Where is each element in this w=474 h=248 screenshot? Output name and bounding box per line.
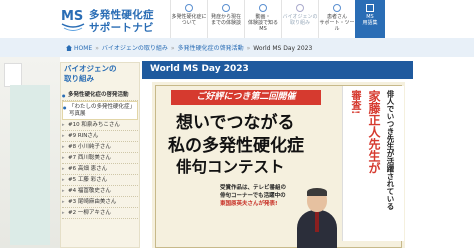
sidebar-item-awareness[interactable]: 多発性硬化症の啓発活動	[62, 90, 138, 101]
breadcrumb-item[interactable]: バイオジェンの取り組み	[102, 45, 168, 52]
sidebar-subitem[interactable]: #3 尾崎麻由美さん	[62, 197, 138, 208]
home-icon	[66, 45, 72, 51]
hands-icon	[296, 4, 304, 12]
nav-label: 多発性硬化症に ついて	[171, 14, 207, 26]
sidebar-title[interactable]: バイオジェンの 取り組み	[60, 64, 140, 84]
banner-desc-line: 受賞作品は、テレビ番組の	[220, 185, 287, 191]
banner-frame: ご好評につき第二回開催 想いでつながる 私の多発性硬化症 俳句コンテスト 受賞作…	[155, 85, 404, 248]
sidebar-subitem[interactable]: #9 RINさん	[62, 131, 138, 142]
ms-logo-icon[interactable]: MS	[60, 6, 86, 32]
person-hair	[307, 188, 327, 196]
site-header: MS 多発性硬化症 サポートナビ 多発性硬化症に ついて 発症から現在 までの体…	[0, 0, 474, 38]
sidebar-subitem[interactable]: #4 福冨敬史さん	[62, 186, 138, 197]
nav-label: バイオジェンの 取り組み	[282, 14, 318, 26]
sidebar-subitem[interactable]: #5 工藤 彩さん	[62, 175, 138, 186]
sidebar-subitem[interactable]: #10 和泉みちこさん	[62, 120, 138, 131]
sidebar-list: 多発性硬化症の啓発活動 「わたしの多発性硬化症」写真展 #10 和泉みちこさん …	[62, 90, 138, 219]
nav-item-videos[interactable]: 動画・ 体験談で知るMS	[244, 0, 281, 38]
banner-headline-2: 私の多発性硬化症	[168, 136, 304, 156]
svg-text:MS: MS	[61, 9, 83, 24]
book-icon	[366, 4, 374, 12]
decorative-background-image	[0, 57, 60, 248]
nav-label: 発症から現在 までの体験談	[210, 14, 241, 26]
judge-vertical-banner: 俳人でいつき先生が活躍されている 家藤正人先生が 審査!	[342, 86, 404, 241]
banner-desc-highlight: 東国原英夫さんが発表!	[220, 201, 278, 207]
nav-item-glossary[interactable]: MS 用語集	[355, 0, 385, 38]
sidebar-subitem[interactable]: #8 小川純子さん	[62, 142, 138, 153]
banner-headline-3: 俳句コンテスト	[176, 157, 285, 176]
right-margin	[413, 57, 474, 248]
nav-item-support-tools[interactable]: 患者さん サポート・ツール	[318, 0, 355, 38]
video-icon	[259, 4, 267, 12]
breadcrumb-separator-icon: »	[246, 45, 251, 52]
haiku-contest-banner[interactable]: ご好評につき第二回開催 想いでつながる 私の多発性硬化症 俳句コンテスト 受賞作…	[152, 82, 405, 248]
breadcrumb-separator-icon: »	[95, 45, 99, 52]
sidebar-subitem[interactable]: #6 高畑 恵さん	[62, 164, 138, 175]
vertical-text-1: 俳人でいつき先生が活躍されている	[386, 90, 395, 210]
breadcrumb-item[interactable]: 多発性硬化症の啓発活動	[178, 45, 244, 52]
banner-desc-line: 俳句コーナーでも活躍中の	[220, 193, 286, 199]
banner-description: 受賞作品は、テレビ番組の 俳句コーナーでも活躍中の 東国原英夫さんが発表!	[220, 184, 296, 208]
global-nav: 多発性硬化症に ついて 発症から現在 までの体験談 動画・ 体験談で知るMS バ…	[170, 0, 385, 38]
page-title: World MS Day 2023	[142, 61, 413, 79]
person-tie	[315, 212, 319, 232]
breadcrumb-separator-icon: »	[170, 45, 175, 52]
banner-pretitle: ご好評につき第二回開催	[171, 90, 321, 105]
breadcrumb: HOME» バイオジェンの取り組み» 多発性硬化症の啓発活動» World MS Da…	[66, 43, 312, 52]
banner-headline-1: 想いでつながる	[176, 113, 295, 133]
nav-label: MS 用語集	[362, 14, 378, 26]
nav-label: 動画・ 体験談で知るMS	[247, 14, 278, 32]
info-icon	[185, 4, 193, 12]
support-icon	[333, 4, 341, 12]
nav-label: 患者さん サポート・ツール	[319, 14, 355, 32]
people-icon	[222, 4, 230, 12]
vertical-text-3: 審査!	[349, 90, 360, 115]
vertical-text-2: 家藤正人先生が	[367, 90, 381, 174]
nav-item-about-ms[interactable]: 多発性硬化症に ついて	[170, 0, 207, 38]
decorative-panel	[10, 85, 50, 245]
logo-subtitle[interactable]: サポートナビ	[89, 20, 154, 35]
nav-item-stories[interactable]: 発症から現在 までの体験談	[207, 0, 244, 38]
presenter-photo	[295, 188, 339, 248]
breadcrumb-current: World MS Day 2023	[253, 45, 313, 52]
breadcrumb-home[interactable]: HOME	[74, 45, 92, 52]
nav-item-biogen-initiatives[interactable]: バイオジェンの 取り組み	[281, 0, 318, 38]
sidebar-subitem[interactable]: #7 西川聡美さん	[62, 153, 138, 164]
sidebar-item-photo-exhibit[interactable]: 「わたしの多発性硬化症」写真展	[62, 101, 138, 120]
decorative-shelf	[4, 63, 22, 87]
sidebar-subitem[interactable]: #2 一柳アキさん	[62, 208, 138, 219]
